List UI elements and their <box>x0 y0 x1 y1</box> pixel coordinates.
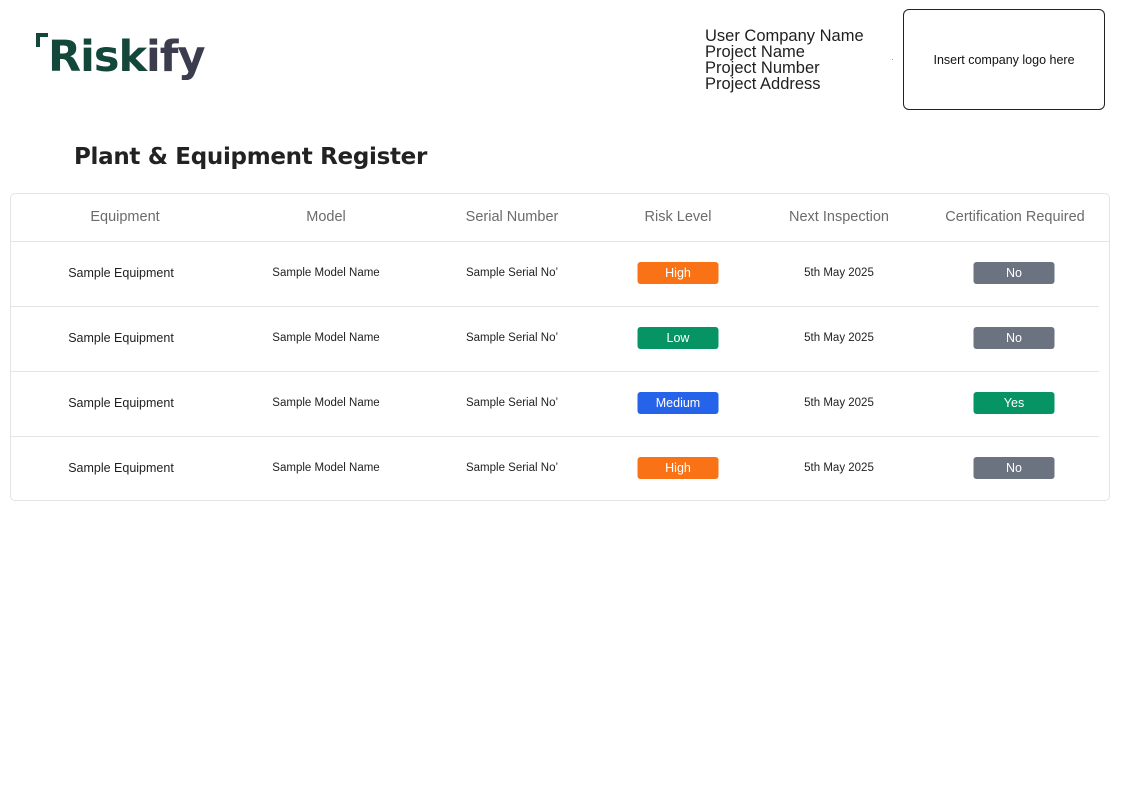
cell-next-inspection: 5th May 2025 <box>804 332 874 344</box>
divider-dot <box>892 59 893 60</box>
risk-level-badge: Low <box>637 327 719 349</box>
logo-wordmark: Riskify <box>48 36 206 79</box>
column-header-equipment: Equipment <box>90 209 160 225</box>
cell-equipment: Sample Equipment <box>68 396 174 410</box>
cell-equipment: Sample Equipment <box>68 461 174 475</box>
logo-corner-mark-icon <box>36 33 48 47</box>
logo-prefix: Risk <box>48 32 147 82</box>
certification-badge: No <box>973 262 1055 284</box>
cell-next-inspection: 5th May 2025 <box>804 462 874 474</box>
cell-serial: Sample Serial No’ <box>465 397 559 409</box>
cell-model: Sample Model Name <box>272 462 380 474</box>
column-header-serial-number: Serial Number <box>465 209 559 225</box>
table-header: Equipment Model Serial Number Risk Level… <box>11 194 1109 242</box>
project-number: Project Number <box>705 59 820 77</box>
cell-model: Sample Model Name <box>272 397 380 409</box>
project-info: User Company Name Project Name Project N… <box>705 27 864 93</box>
cell-equipment: Sample Equipment <box>68 266 174 280</box>
certification-badge: No <box>973 457 1055 479</box>
certification-badge: No <box>973 327 1055 349</box>
cell-model: Sample Model Name <box>272 332 380 344</box>
certification-badge: Yes <box>973 392 1055 414</box>
column-header-next-inspection: Next Inspection <box>789 209 889 225</box>
column-header-certification-required: Certification Required <box>945 209 1085 225</box>
equipment-table: Equipment Model Serial Number Risk Level… <box>10 193 1110 501</box>
risk-level-badge: Medium <box>637 392 719 414</box>
table-row[interactable]: Sample Equipment Sample Model Name Sampl… <box>11 436 1099 501</box>
cell-next-inspection: 5th May 2025 <box>804 267 874 279</box>
column-header-model: Model <box>306 209 346 225</box>
logo-suffix: ify <box>146 32 205 82</box>
table-row[interactable]: Sample Equipment Sample Model Name Sampl… <box>11 371 1099 437</box>
cell-serial: Sample Serial No’ <box>465 462 559 474</box>
risk-level-badge: High <box>637 262 719 284</box>
project-name: Project Name <box>705 43 805 61</box>
logo-placeholder-text: Insert company logo here <box>933 52 1075 67</box>
cell-serial: Sample Serial No’ <box>465 332 559 344</box>
table-row[interactable]: Sample Equipment Sample Model Name Sampl… <box>11 306 1099 372</box>
cell-equipment: Sample Equipment <box>68 331 174 345</box>
risk-level-badge: High <box>637 457 719 479</box>
cell-serial: Sample Serial No’ <box>465 267 559 279</box>
column-header-risk-level: Risk Level <box>644 209 712 225</box>
company-logo-placeholder[interactable]: Insert company logo here <box>903 9 1105 110</box>
cell-model: Sample Model Name <box>272 267 380 279</box>
company-name: User Company Name <box>705 27 864 45</box>
cell-next-inspection: 5th May 2025 <box>804 397 874 409</box>
table-row[interactable]: Sample Equipment Sample Model Name Sampl… <box>11 241 1099 307</box>
page: Riskify User Company Name Project Name P… <box>0 0 1123 794</box>
riskify-logo: Riskify <box>36 30 211 100</box>
project-address: Project Address <box>705 75 821 93</box>
page-title: Plant & Equipment Register <box>74 144 428 170</box>
